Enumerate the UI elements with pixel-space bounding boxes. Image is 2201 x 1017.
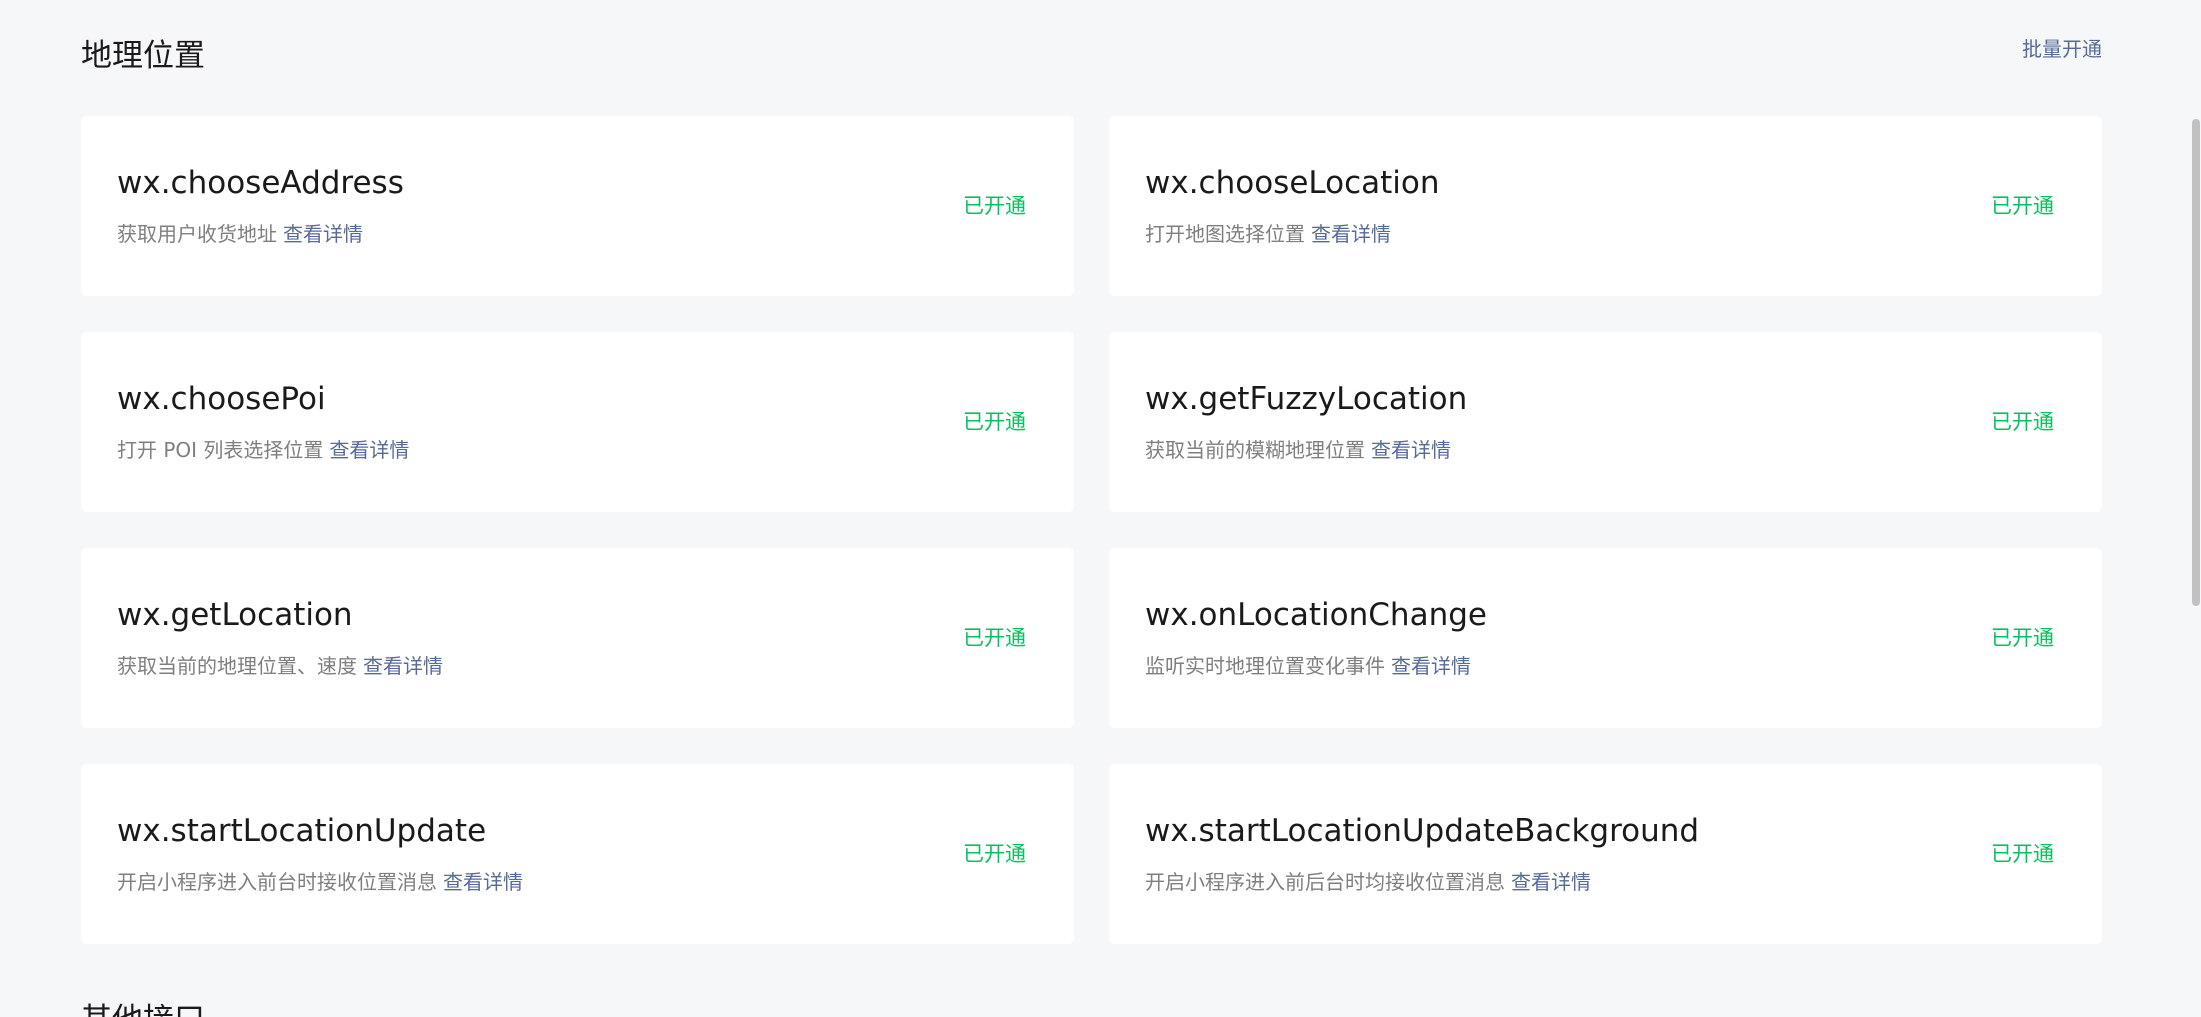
api-grid: wx.chooseAddress 获取用户收货地址 查看详情 已开通 wx.cho… — [81, 116, 2102, 944]
api-description-row: 监听实时地理位置变化事件 查看详情 — [1145, 651, 1471, 681]
api-card: wx.getFuzzyLocation 获取当前的模糊地理位置 查看详情 已开通 — [1109, 332, 2102, 512]
status-badge: 已开通 — [963, 410, 1026, 434]
scrollbar[interactable] — [2191, 0, 2201, 1017]
api-description: 开启小程序进入前台时接收位置消息 — [117, 870, 437, 894]
api-description-row: 获取当前的地理位置、速度 查看详情 — [117, 651, 443, 681]
api-card: wx.startLocationUpdateBackground 开启小程序进入… — [1109, 764, 2102, 944]
view-details-link[interactable]: 查看详情 — [363, 654, 443, 678]
section-header: 地理位置 批量开通 — [81, 34, 2102, 78]
api-card: wx.startLocationUpdate 开启小程序进入前台时接收位置消息查… — [81, 764, 1074, 944]
api-name: wx.startLocationUpdateBackground — [1145, 813, 1700, 849]
api-description: 获取当前的地理位置、速度 — [117, 654, 357, 678]
status-badge: 已开通 — [1991, 194, 2054, 218]
api-description: 打开地图选择位置 — [1145, 222, 1305, 246]
api-card: wx.onLocationChange 监听实时地理位置变化事件 查看详情 已开通 — [1109, 548, 2102, 728]
page: 地理位置 批量开通 wx.chooseAddress 获取用户收货地址 查看详情 … — [0, 0, 2201, 1017]
api-description: 获取用户收货地址 — [117, 222, 277, 246]
api-description-row: 打开地图选择位置 查看详情 — [1145, 219, 1391, 249]
api-description: 监听实时地理位置变化事件 — [1145, 654, 1385, 678]
api-name: wx.onLocationChange — [1145, 597, 1487, 633]
view-details-link[interactable]: 查看详情 — [329, 438, 409, 462]
api-name: wx.choosePoi — [117, 381, 326, 417]
view-details-link[interactable]: 查看详情 — [443, 870, 523, 894]
view-details-link[interactable]: 查看详情 — [1371, 438, 1451, 462]
scrollbar-thumb[interactable] — [2192, 119, 2200, 606]
api-card: wx.getLocation 获取当前的地理位置、速度 查看详情 已开通 — [81, 548, 1074, 728]
status-badge: 已开通 — [1991, 410, 2054, 434]
section-title: 地理位置 — [81, 38, 205, 74]
view-details-link[interactable]: 查看详情 — [1391, 654, 1471, 678]
api-description: 获取当前的模糊地理位置 — [1145, 438, 1365, 462]
api-name: wx.getFuzzyLocation — [1145, 381, 1468, 417]
view-details-link[interactable]: 查看详情 — [1311, 222, 1391, 246]
view-details-link[interactable]: 查看详情 — [283, 222, 363, 246]
api-description-row: 获取当前的模糊地理位置 查看详情 — [1145, 435, 1451, 465]
api-card: wx.chooseAddress 获取用户收货地址 查看详情 已开通 — [81, 116, 1074, 296]
api-description-row: 获取用户收货地址 查看详情 — [117, 219, 363, 249]
api-description: 打开 POI 列表选择位置 — [117, 438, 324, 462]
api-name: wx.startLocationUpdate — [117, 813, 487, 849]
status-badge: 已开通 — [963, 842, 1026, 866]
batch-enable-link[interactable]: 批量开通 — [2022, 34, 2102, 64]
status-badge: 已开通 — [1991, 626, 2054, 650]
api-description-row: 开启小程序进入前后台时均接收位置消息 查看详情 — [1145, 867, 1591, 897]
api-name: wx.chooseLocation — [1145, 165, 1440, 201]
status-badge: 已开通 — [963, 626, 1026, 650]
status-badge: 已开通 — [1991, 842, 2054, 866]
api-description-row: 打开 POI 列表选择位置 查看详情 — [117, 435, 409, 465]
status-badge: 已开通 — [963, 194, 1026, 218]
api-card: wx.choosePoi 打开 POI 列表选择位置 查看详情 已开通 — [81, 332, 1074, 512]
next-section-title: 其他接口 — [81, 998, 205, 1017]
api-name: wx.chooseAddress — [117, 165, 404, 201]
api-description: 开启小程序进入前后台时均接收位置消息 — [1145, 870, 1505, 894]
api-description-row: 开启小程序进入前台时接收位置消息 查看详情 — [117, 867, 523, 897]
view-details-link[interactable]: 查看详情 — [1511, 870, 1591, 894]
api-name: wx.getLocation — [117, 597, 353, 633]
api-card: wx.chooseLocation 打开地图选择位置 查看详情 已开通 — [1109, 116, 2102, 296]
